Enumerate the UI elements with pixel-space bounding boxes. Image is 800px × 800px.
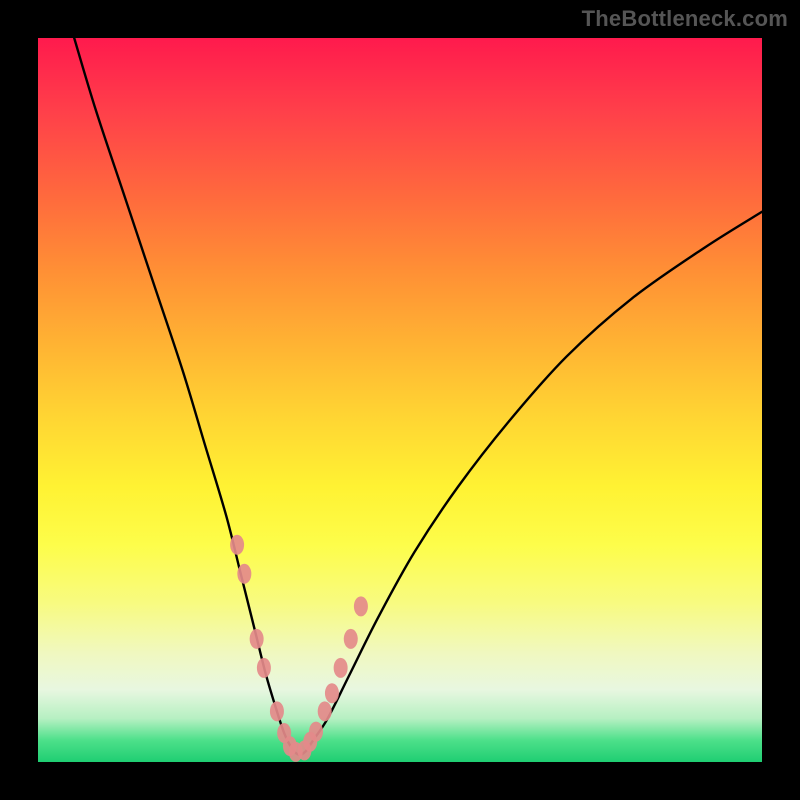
marker-point [334,658,348,678]
marker-point [325,683,339,703]
marker-point [318,701,332,721]
marker-point [230,535,244,555]
marker-point [309,722,323,742]
bottleneck-curve [74,38,762,755]
marker-point [270,701,284,721]
watermark-text: TheBottleneck.com [582,6,788,32]
marker-point [250,629,264,649]
curve-layer [38,38,762,762]
plot-area [38,38,762,762]
marker-point [354,596,368,616]
marker-point [344,629,358,649]
chart-frame: TheBottleneck.com [0,0,800,800]
marker-group [230,535,368,762]
marker-point [257,658,271,678]
marker-point [237,564,251,584]
